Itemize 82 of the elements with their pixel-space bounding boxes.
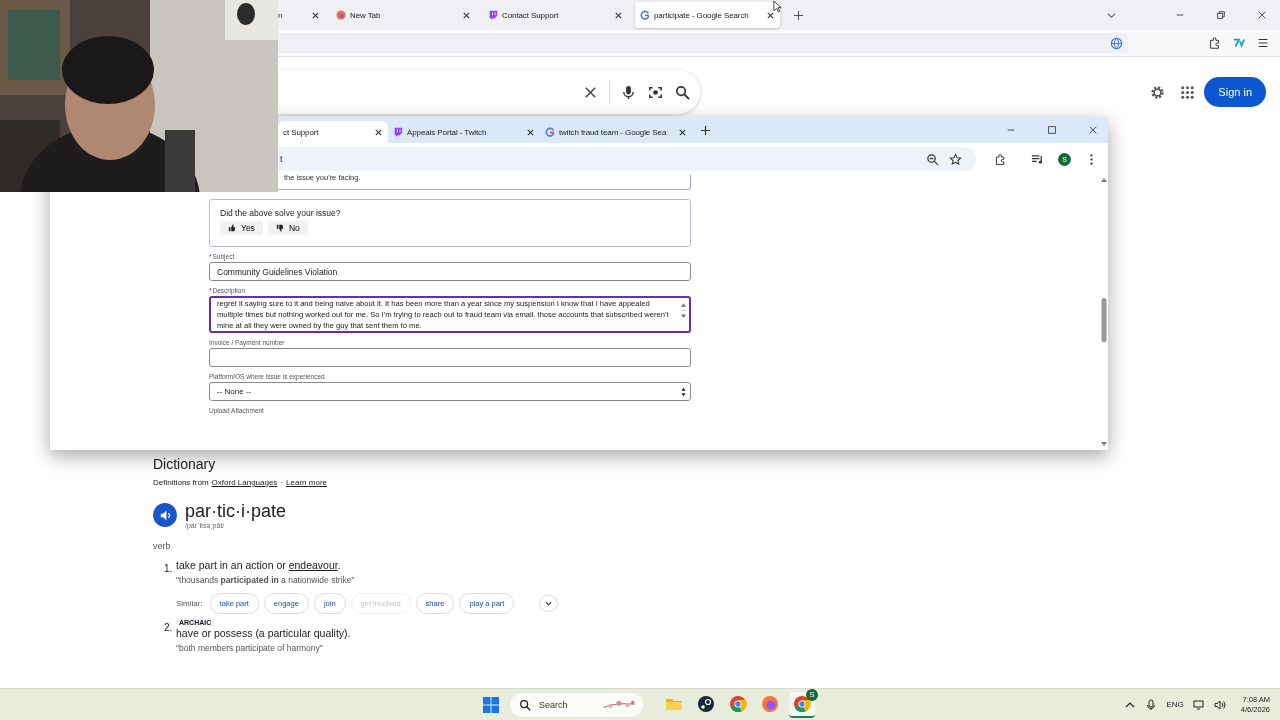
- separator-dot: ·: [280, 478, 284, 487]
- thumbs-up-icon: [228, 224, 236, 232]
- close-icon[interactable]: [1088, 125, 1098, 135]
- close-icon[interactable]: [462, 10, 471, 20]
- sense-number: 2.: [164, 621, 172, 635]
- address-bar[interactable]: t: [278, 147, 976, 171]
- taskbar-app[interactable]: S: [789, 691, 815, 718]
- close-icon[interactable]: [678, 127, 687, 137]
- chat-bubble-icon: [488, 10, 498, 20]
- browser-tab[interactable]: ct Support: [278, 121, 388, 143]
- mouse-pointer-icon: [773, 0, 782, 13]
- example-text: "thousands participated in a nationwide strike": [176, 575, 356, 585]
- learn-more-link[interactable]: Learn more: [286, 478, 327, 487]
- settings-icon[interactable]: [1149, 83, 1167, 101]
- source-link[interactable]: Oxford Languages: [211, 478, 278, 487]
- profile-badge: S: [806, 688, 818, 701]
- pronounce-button[interactable]: [153, 503, 177, 527]
- source-text: Definitions from: [153, 478, 209, 487]
- browser-tab[interactable]: twitch fraud team - Google Sea: [540, 121, 692, 143]
- volume-icon[interactable]: [1213, 698, 1226, 711]
- headword: par·tic·i·pate: [185, 501, 287, 522]
- microphone-icon[interactable]: [620, 83, 637, 101]
- restore-icon[interactable]: [1216, 10, 1226, 20]
- extension-icon[interactable]: [1232, 36, 1246, 50]
- close-icon[interactable]: [311, 10, 320, 20]
- search-field[interactable]: Search: [510, 692, 643, 717]
- section-heading: Dictionary: [153, 456, 217, 472]
- part-of-speech: verb: [153, 541, 172, 551]
- search-icon: [519, 698, 531, 711]
- example-text: "both members participate of harmony": [176, 643, 324, 653]
- definition-text: have or possess (a particular quality).: [176, 627, 351, 639]
- ring-logo-icon: [640, 10, 650, 20]
- expand-button[interactable]: [539, 595, 559, 612]
- scroll-arrows-icon[interactable]: [680, 301, 687, 321]
- chevron-down-icon: [544, 599, 554, 608]
- definition-text: take part in an action or endeavour.: [176, 559, 342, 571]
- up-down-caret-icon: [681, 386, 686, 397]
- close-icon[interactable]: [614, 10, 623, 20]
- star-icon[interactable]: [949, 152, 962, 166]
- browser-tab[interactable]: New Tab: [331, 2, 476, 28]
- ring-logo-icon: [545, 127, 555, 137]
- close-icon[interactable]: [766, 10, 775, 20]
- platform-dropdown[interactable]: -- None --: [209, 382, 691, 401]
- browser-logo-icon: [761, 694, 779, 713]
- chrome-logo-icon: [729, 694, 747, 713]
- feedback-question: Did the above solve your issue?: [220, 208, 342, 218]
- thumbs-down-icon: [275, 224, 284, 232]
- close-icon[interactable]: [526, 127, 535, 137]
- maximize-icon[interactable]: [1047, 125, 1057, 135]
- yes-button[interactable]: Yes: [220, 221, 263, 235]
- definition-link[interactable]: endeavour: [288, 559, 338, 571]
- browser-tab[interactable]: Appeals Portal - Twitch: [388, 121, 540, 143]
- chrome-logo-icon: [793, 694, 811, 713]
- plus-icon[interactable]: [700, 124, 711, 136]
- start-button[interactable]: [482, 695, 500, 714]
- apps-grid-icon[interactable]: [1179, 83, 1197, 101]
- similar-label: Similar:: [176, 599, 203, 608]
- language-indicator[interactable]: ENG: [1166, 700, 1184, 709]
- browser-tab[interactable]: Contact Support: [483, 2, 628, 28]
- input-field[interactable]: Community Guidelines Violation: [209, 262, 691, 281]
- close-icon[interactable]: [374, 127, 383, 137]
- plus-icon[interactable]: [793, 9, 804, 21]
- browser-tab[interactable]: n: [278, 2, 325, 28]
- browser-logo-icon: [336, 10, 346, 20]
- steam-logo-icon: [697, 694, 715, 713]
- search-icon[interactable]: [674, 83, 691, 101]
- blossom-drawing: [601, 698, 637, 711]
- no-button[interactable]: No: [267, 221, 308, 235]
- puzzle-piece-icon[interactable]: [1208, 36, 1222, 50]
- sense-number: 1.: [164, 562, 172, 576]
- browser-tab[interactable]: participate - Google Search: [635, 2, 780, 28]
- chat-bubble-icon: [393, 127, 403, 137]
- close-icon[interactable]: [1257, 10, 1267, 20]
- puzzle-piece-icon[interactable]: [994, 152, 1007, 166]
- microphone-icon[interactable]: [1145, 698, 1158, 711]
- menu-icon[interactable]: [1256, 36, 1270, 50]
- network-icon[interactable]: [1192, 698, 1205, 711]
- media-control-icon[interactable]: [1031, 152, 1044, 166]
- sign-in-button[interactable]: Sign in: [1204, 77, 1266, 107]
- input-field[interactable]: [209, 348, 691, 367]
- zoom-icon[interactable]: [926, 152, 939, 166]
- globe-icon: [1110, 36, 1123, 50]
